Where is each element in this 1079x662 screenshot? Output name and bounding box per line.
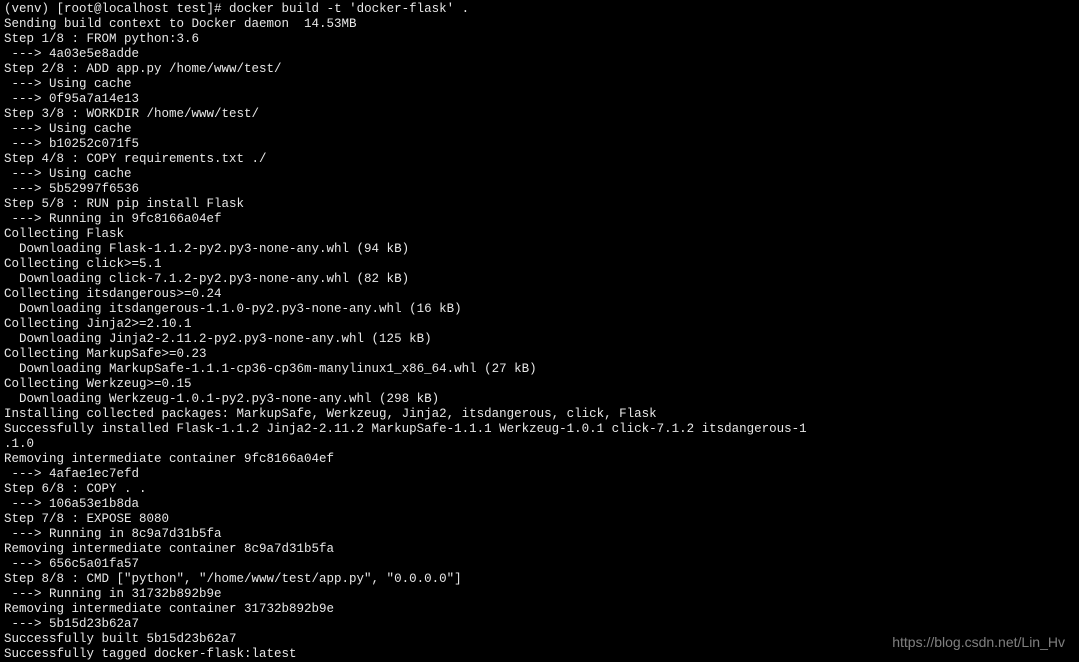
- build-output-lines: Sending build context to Docker daemon 1…: [4, 17, 807, 661]
- terminal-output[interactable]: (venv) [root@localhost test]# docker bui…: [0, 0, 1079, 662]
- shell-command: docker build -t 'docker-flask' .: [229, 2, 469, 16]
- shell-prompt: (venv) [root@localhost test]#: [4, 2, 229, 16]
